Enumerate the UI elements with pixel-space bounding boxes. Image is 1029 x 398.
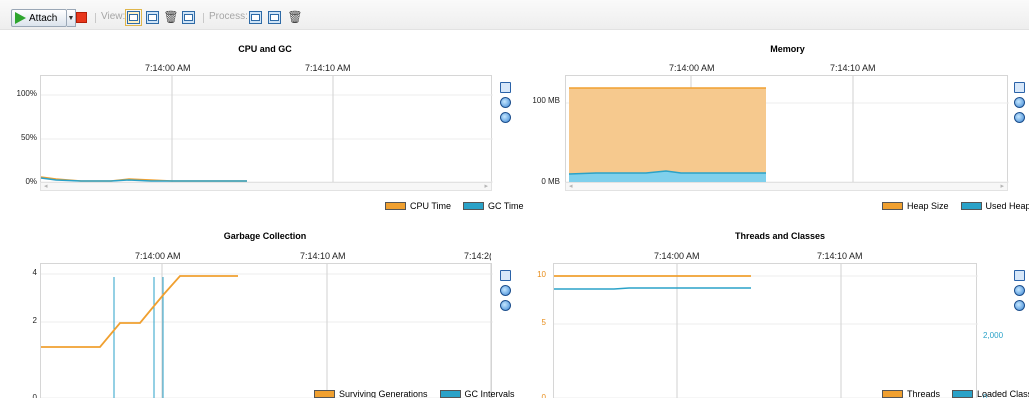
cpu-y-label: 100% [16,89,37,98]
memory-chart-svg [566,76,1009,184]
memory-plot-area[interactable] [565,75,1009,184]
cpu-time-label-2: 7:14:10 AM [305,63,351,73]
threads-left-y-label: 0 [541,393,546,398]
cpu-zoom-tools [500,82,512,127]
zoom-out-icon[interactable] [1014,112,1025,123]
gc-y-label: 2 [32,316,37,325]
cpu-y-label: 50% [20,133,37,142]
process-label: Process: [209,11,248,22]
gc-intervals-swatch [439,390,461,398]
zoom-in-icon[interactable] [1014,97,1025,108]
gc-legend: Surviving Generations GC Intervals [306,389,515,398]
cpu-chart-svg [40,76,493,184]
threads-time-label-1: 7:14:00 AM [654,251,700,261]
threads-zoom-tools [1014,270,1026,315]
threads-right-y-label: 2,000 [983,331,1004,340]
zoom-in-icon[interactable] [1014,285,1025,296]
stop-icon[interactable] [76,12,87,23]
zoom-fit-icon[interactable] [500,82,511,93]
gc-zoom-tools [500,270,512,315]
threads-panel-title: Threads and Classes [734,231,826,241]
gc-legend-item: GC Intervals [464,389,515,398]
toolbar: Attach ▼ View: 🗑 Process: 🗑 [0,0,1029,30]
zoom-fit-icon[interactable] [1014,82,1025,93]
gc-time-label-3: 7:14:2( [464,251,491,261]
memory-panel-title: Memory [770,44,805,54]
gc-legend-item: Surviving Generations [339,389,428,398]
cpu-horizontal-scrollbar[interactable]: ◂ ▸ [40,182,492,191]
cpu-legend-item: CPU Time [410,201,452,211]
memory-time-label-1: 7:14:00 AM [669,63,715,73]
threads-left-y-label: 10 [537,270,546,279]
view-label: View: [101,11,126,22]
memory-legend: Heap Size Used Heap [874,201,1029,211]
gc-chart-svg [41,264,493,398]
cpu-panel-title: CPU and GC [238,44,292,54]
process-trash-icon[interactable]: 🗑 [287,10,302,25]
view-table-icon[interactable] [146,11,159,24]
gc-time-label-2: 7:14:10 AM [300,251,346,261]
zoom-fit-icon[interactable] [1014,270,1025,281]
threads-plot-area[interactable] [553,263,978,398]
gc-time-label-1: 7:14:00 AM [135,251,181,261]
surviving-generations-swatch [314,390,335,398]
attach-dropdown-arrow[interactable]: ▼ [67,9,76,27]
loaded-classes-swatch [952,390,974,398]
threads-legend-item: Loaded Classes [977,389,1029,398]
heap-size-swatch [882,202,903,210]
gc-plot-area[interactable] [40,263,493,398]
attach-label: Attach [29,12,58,24]
gc-y-label: 4 [32,268,37,277]
cpu-legend: CPU Time GC Time [377,201,524,211]
threads-swatch [882,390,903,398]
view-list-icon[interactable] [182,11,195,24]
loaded-classes-line [554,287,751,290]
toolbar-separator [95,13,96,23]
memory-zoom-tools [1014,82,1026,127]
surviving-generations-line [41,275,238,348]
threads-legend-item: Threads [907,389,941,398]
zoom-out-icon[interactable] [500,300,511,311]
gc-panel-title: Garbage Collection [223,231,307,241]
cpu-legend-item: GC Time [488,201,524,211]
memory-time-label-2: 7:14:10 AM [830,63,876,73]
zoom-out-icon[interactable] [1014,300,1025,311]
memory-legend-item: Heap Size [907,201,949,211]
threads-left-y-label: 5 [541,318,546,327]
attach-play-icon [15,12,26,24]
memory-y-label: 0 MB [541,177,560,186]
zoom-in-icon[interactable] [500,97,511,108]
threads-time-label-2: 7:14:10 AM [817,251,863,261]
cpu-time-label-1: 7:14:00 AM [145,63,191,73]
memory-horizontal-scrollbar[interactable]: ◂ ▸ [565,182,1008,191]
view-graph-icon[interactable] [125,9,142,26]
memory-legend-item: Used Heap [985,201,1029,211]
zoom-fit-icon[interactable] [500,270,511,281]
attach-button[interactable]: Attach [11,9,67,27]
threads-chart-svg [554,264,978,398]
cpu-plot-area[interactable] [40,75,493,184]
toolbar-separator [203,13,204,23]
threads-legend: Threads Loaded Classes [874,389,1029,398]
gc-y-label: 0 [32,393,37,398]
process-info-icon[interactable] [249,11,262,24]
zoom-in-icon[interactable] [500,285,511,296]
used-heap-swatch [960,202,982,210]
view-trash-icon[interactable]: 🗑 [163,10,178,25]
memory-y-label: 100 MB [532,96,560,105]
zoom-out-icon[interactable] [500,112,511,123]
process-dump-icon[interactable] [268,11,281,24]
heap-size-area [569,88,766,182]
gc-time-swatch [463,202,485,210]
cpu-time-swatch [385,202,406,210]
cpu-y-label: 0% [25,177,37,186]
